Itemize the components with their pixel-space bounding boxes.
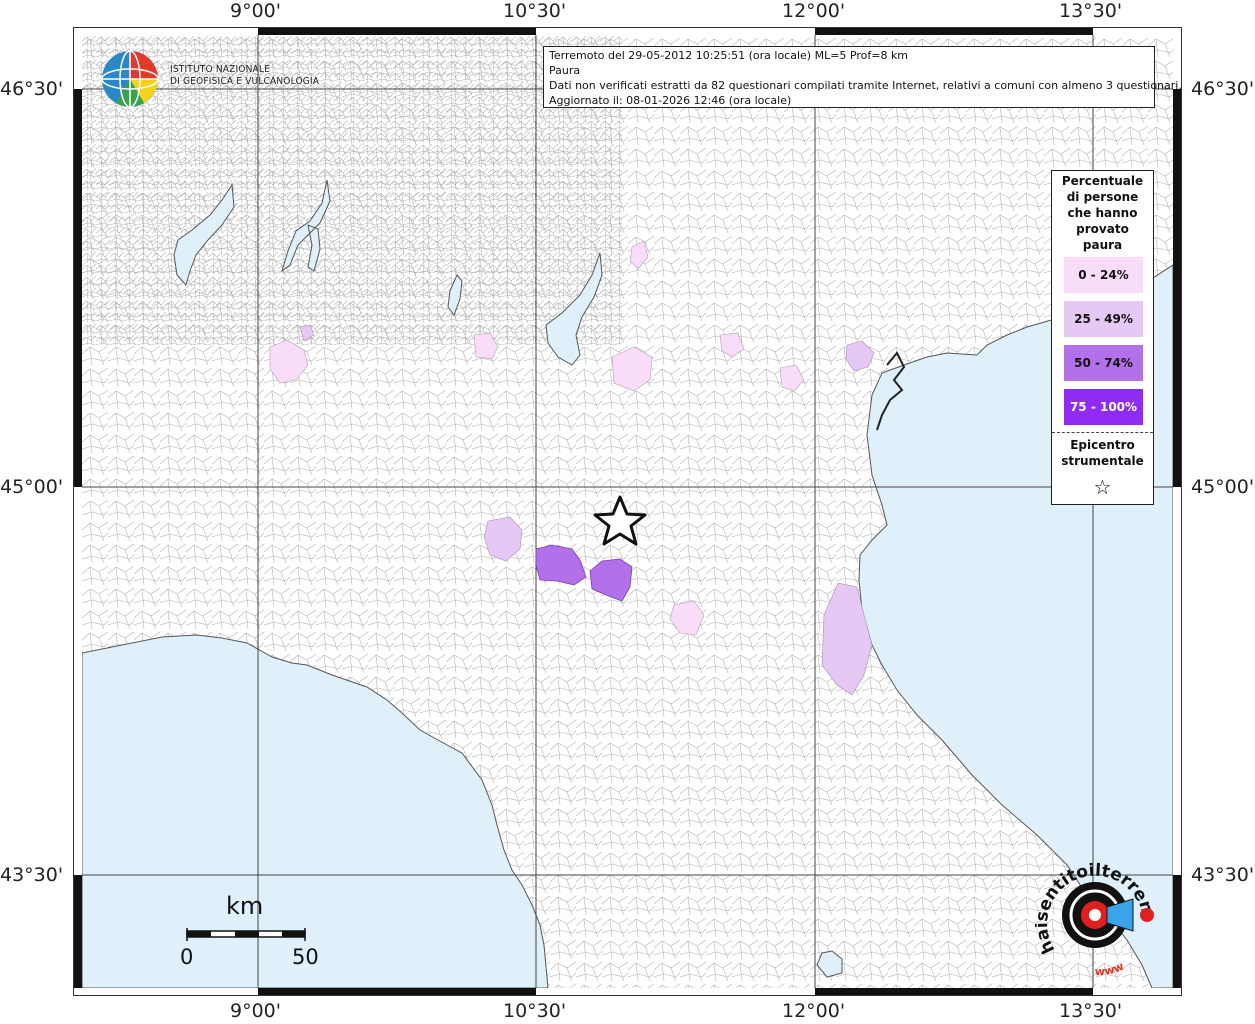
svg-text:www: www xyxy=(1095,960,1126,978)
map-parameter: Paura xyxy=(549,64,581,77)
legend-star-icon: ☆ xyxy=(1093,475,1112,499)
lon-label-top-13-30: 13°30' xyxy=(1059,0,1123,22)
legend-separator xyxy=(1052,432,1153,433)
ingv-globe-logo-icon xyxy=(101,50,159,108)
legend-class-25-49: 25 - 49% xyxy=(1064,301,1143,337)
lombardy-dense-borders xyxy=(82,35,622,345)
event-title: Terremoto del 29-05-2012 10:25:51 (ora l… xyxy=(549,49,909,62)
frame-bar-top-1 xyxy=(258,28,536,35)
lon-label-top-9: 9°00' xyxy=(230,0,281,22)
lat-label-left-43-30: 43°30' xyxy=(0,864,64,886)
lat-label-right-46-30: 46°30' xyxy=(1191,78,1255,100)
legend-class-75-100: 75 - 100% xyxy=(1064,389,1143,425)
legend-class-50-74: 50 - 74% xyxy=(1064,345,1143,381)
epicenter-title-line: Epicentro xyxy=(1070,438,1135,452)
ingv-logo-text: ISTITUTO NAZIONALE DI GEOFISICA E VULCAN… xyxy=(170,64,319,88)
lon-label-bottom-9: 9°00' xyxy=(230,1000,281,1022)
legend-epicenter-title: Epicentro strumentale xyxy=(1052,437,1153,469)
scale-max-label: 50 xyxy=(292,945,319,969)
intensity-map[interactable] xyxy=(82,35,1173,988)
epicenter-title-line: strumentale xyxy=(1061,454,1144,468)
frame-bar-right-2 xyxy=(1173,875,1181,988)
lon-label-top-10-30: 10°30' xyxy=(503,0,567,22)
update-time: Aggiornato il: 08-01-2026 12:46 (ora loc… xyxy=(549,94,792,107)
frame-bar-left-2 xyxy=(74,875,82,988)
legend-title-line: che hanno xyxy=(1067,206,1138,220)
haisentito-badge-icon[interactable]: haisentitoilterremoto.it www xyxy=(1035,855,1165,985)
legend-title-line: di persone xyxy=(1066,190,1139,204)
lon-label-bottom-13-30: 13°30' xyxy=(1059,1000,1123,1022)
legend-title-line: Percentuale xyxy=(1061,174,1144,188)
legend-title: Percentuale di persone che hanno provato… xyxy=(1052,173,1153,253)
frame-bar-right-1 xyxy=(1173,89,1181,487)
scale-min-label: 0 xyxy=(180,945,194,969)
lat-label-left-45: 45°00' xyxy=(0,476,64,498)
badge-www-text: www xyxy=(1095,960,1126,978)
event-info-box: Terremoto del 29-05-2012 10:25:51 (ora l… xyxy=(543,46,1182,108)
frame-bar-top-2 xyxy=(815,28,1093,35)
legend-class-0-24: 0 - 24% xyxy=(1064,257,1143,293)
scale-bar xyxy=(186,928,306,941)
lon-label-bottom-10-30: 10°30' xyxy=(503,1000,567,1022)
data-disclaimer: Dati non verificati estratti da 82 quest… xyxy=(549,79,1182,92)
logo-line-1: ISTITUTO NAZIONALE xyxy=(170,64,270,75)
legend-title-line: paura xyxy=(1082,238,1123,252)
scale-unit: km xyxy=(226,892,264,920)
legend-title-line: provato xyxy=(1076,222,1129,236)
lon-label-bottom-12: 12°00' xyxy=(782,1000,846,1022)
frame-bar-left-1 xyxy=(74,89,82,487)
lat-label-left-46-30: 46°30' xyxy=(0,78,64,100)
legend: Percentuale di persone che hanno provato… xyxy=(1051,170,1154,505)
logo-line-2: DI GEOFISICA E VULCANOLOGIA xyxy=(170,76,320,87)
frame-bar-bottom-1 xyxy=(258,988,536,995)
lon-label-top-12: 12°00' xyxy=(782,0,846,22)
lat-label-right-43-30: 43°30' xyxy=(1191,864,1255,886)
lat-label-right-45: 45°00' xyxy=(1191,476,1255,498)
frame-bar-bottom-2 xyxy=(815,988,1093,995)
